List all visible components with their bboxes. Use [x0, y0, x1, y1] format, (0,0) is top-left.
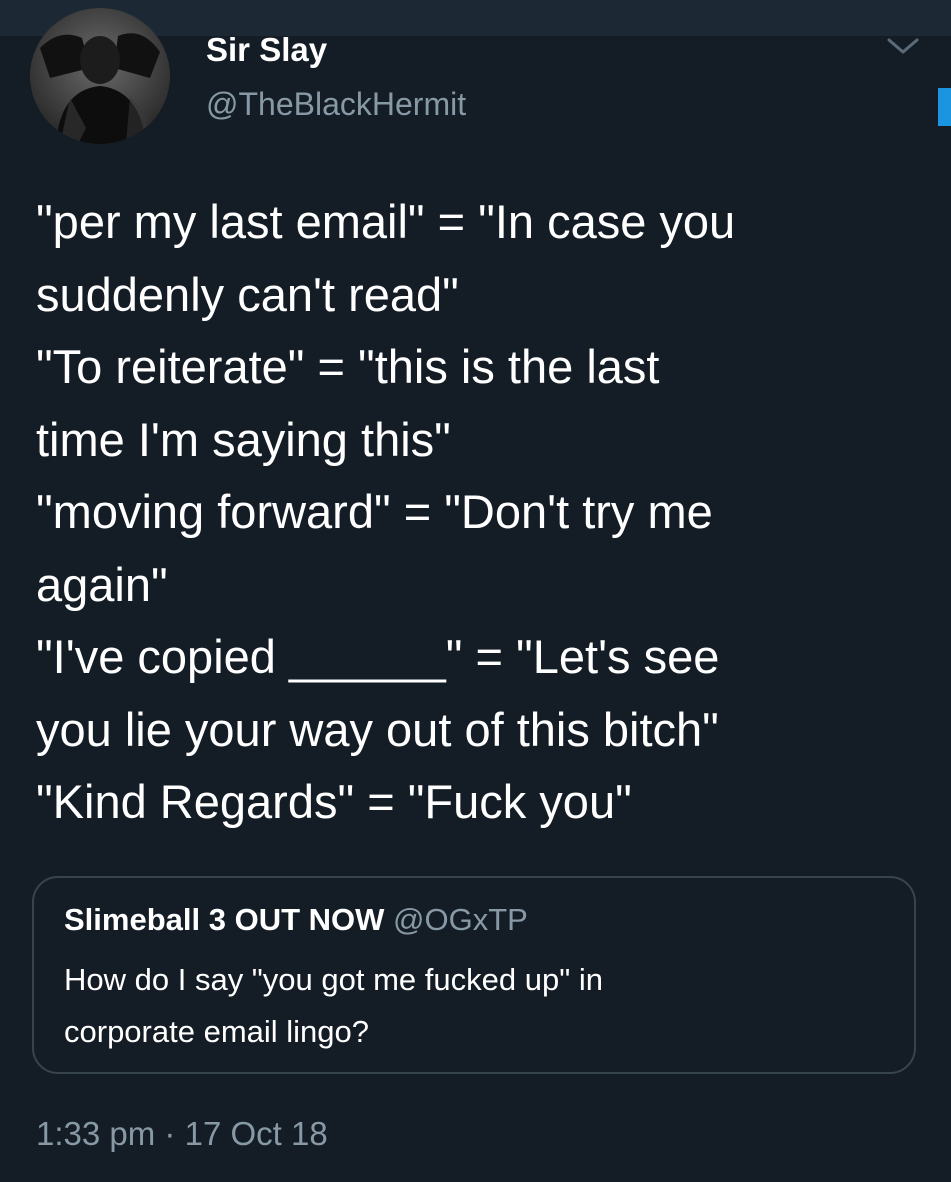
tweet-line: again": [36, 557, 168, 611]
chevron-down-icon[interactable]: [886, 36, 920, 56]
tweet-text: "per my last email" = "In case you sudde…: [36, 186, 926, 839]
tweet-date: 17 Oct 18: [184, 1115, 328, 1152]
tweet-line: "To reiterate" = "this is the last: [36, 340, 660, 393]
tweet-line: time I'm saying this": [36, 412, 451, 466]
timestamp-separator: ·: [164, 1115, 176, 1152]
quoted-tweet-line: corporate email lingo?: [64, 1014, 370, 1049]
tweet-line: "I've copied ______" = "Let's see: [36, 630, 720, 683]
tweet-line: "Kind Regards" = "Fuck you": [36, 775, 632, 828]
author-display-name[interactable]: Sir Slay: [206, 30, 327, 70]
quoted-author-name: Slimeball 3 OUT NOW: [64, 902, 385, 937]
scrollbar-thumb[interactable]: [938, 88, 951, 126]
quoted-tweet-line: How do I say "you got me fucked up" in: [64, 962, 603, 997]
tweet-line: "moving forward" = "Don't try me: [36, 485, 713, 538]
quoted-tweet-header: Slimeball 3 OUT NOW @OGxTP: [64, 900, 528, 940]
author-handle[interactable]: @TheBlackHermit: [206, 84, 466, 124]
tweet-timestamp[interactable]: 1:33 pm · 17 Oct 18: [36, 1112, 328, 1156]
avatar[interactable]: [30, 8, 170, 144]
tweet-line: you lie your way out of this bitch": [36, 702, 719, 756]
tweet-line: suddenly can't read": [36, 267, 459, 321]
quoted-author-handle: @OGxTP: [393, 902, 528, 937]
quoted-tweet-text: How do I say "you got me fucked up" in c…: [64, 954, 884, 1058]
tweet-time: 1:33 pm: [36, 1115, 156, 1152]
tweet-line: "per my last email" = "In case you: [36, 195, 736, 248]
quoted-tweet-card[interactable]: Slimeball 3 OUT NOW @OGxTP How do I say …: [32, 876, 916, 1074]
